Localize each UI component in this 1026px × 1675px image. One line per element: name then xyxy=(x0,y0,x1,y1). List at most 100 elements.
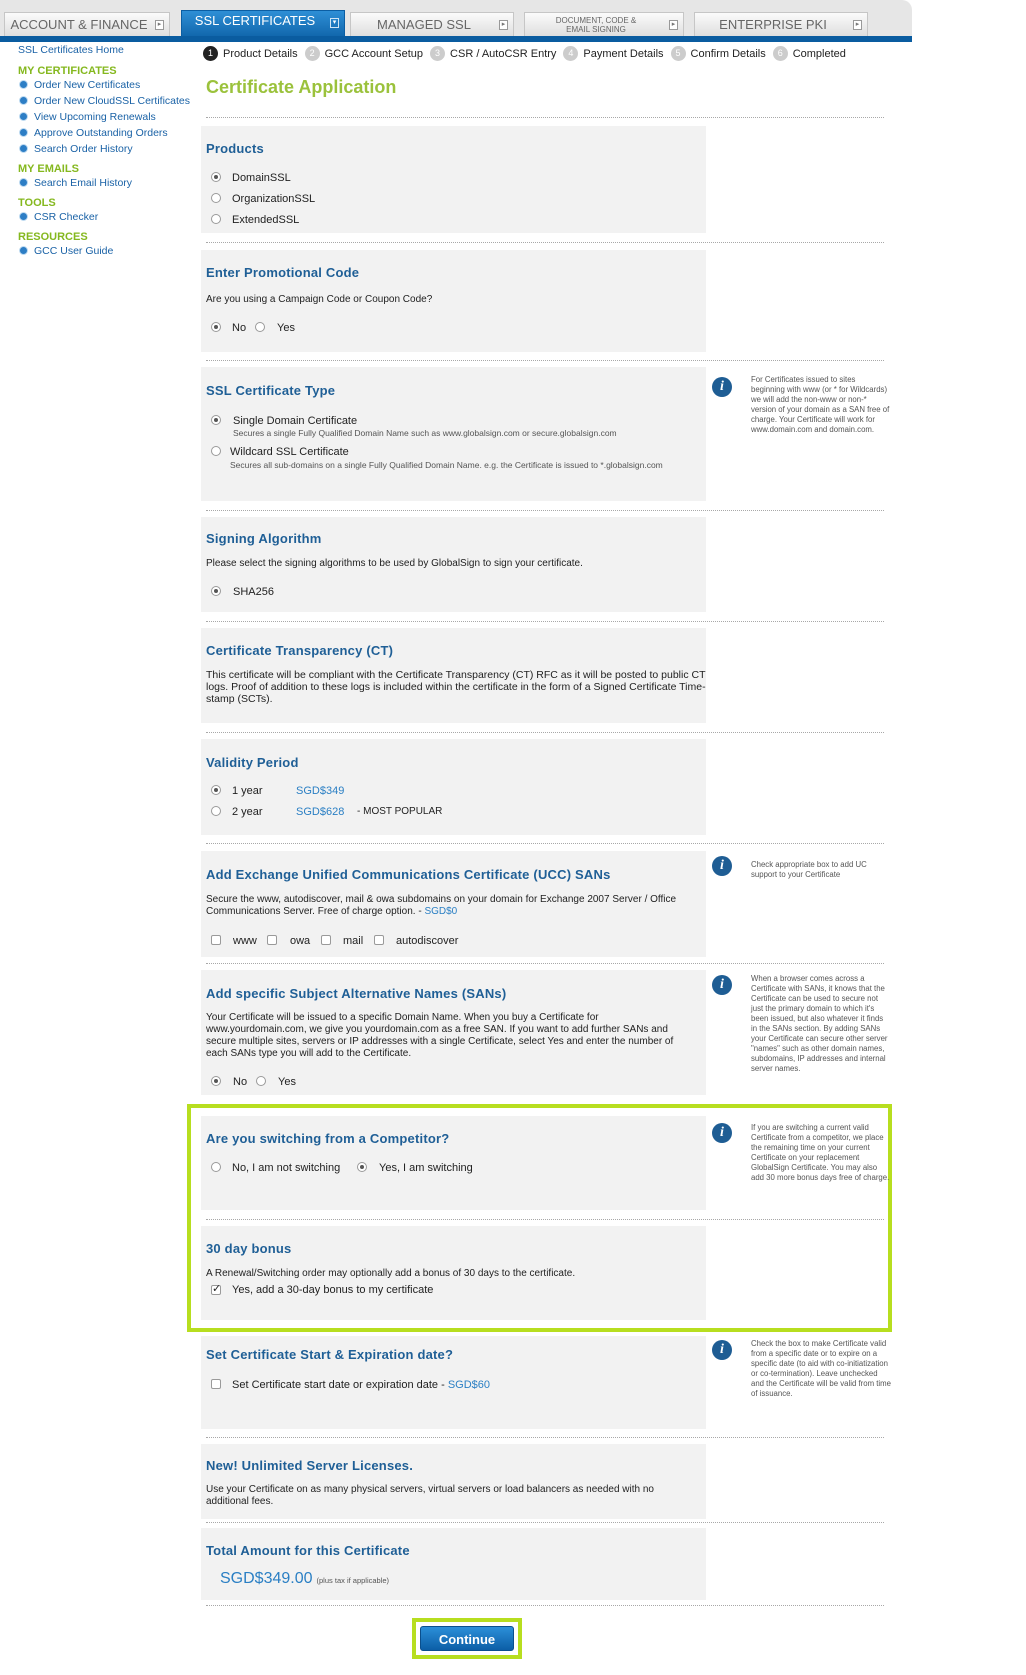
validity-1year-radio[interactable] xyxy=(211,785,221,795)
step-payment-details: 4 Payment Details xyxy=(563,46,664,61)
sidebar-item-csr-checker[interactable]: CSR Checker xyxy=(18,211,198,223)
top-nav: ACCOUNT & FINANCE ▸ SSL CERTIFICATES ▾ M… xyxy=(0,0,912,42)
expiration-label: Set Certificate start date or expiration… xyxy=(232,1379,490,1391)
tab-expand-icon: ▸ xyxy=(853,20,862,30)
step-label: Completed xyxy=(792,47,846,60)
total-amount: SGD$349.00 (plus tax if applicable) xyxy=(220,1570,389,1588)
ssl-wildcard-label: Wildcard SSL Certificate xyxy=(230,446,349,458)
signing-title: Signing Algorithm xyxy=(206,531,322,546)
info-icon[interactable]: i xyxy=(712,1340,732,1360)
bullet-icon xyxy=(20,113,27,120)
step-number: 4 xyxy=(563,46,579,61)
validity-label: 2 year xyxy=(232,806,263,818)
sidebar-item-renewals[interactable]: View Upcoming Renewals xyxy=(18,111,198,123)
tab-managed-ssl[interactable]: MANAGED SSL ▸ xyxy=(350,12,514,38)
continue-highlight: Continue xyxy=(412,1618,522,1659)
ucc-mail-checkbox[interactable] xyxy=(321,935,331,945)
sidebar-heading: TOOLS xyxy=(18,197,56,209)
step-product-details: 1 Product Details xyxy=(203,46,298,61)
sidebar: SSL Certificates Home MY CERTIFICATES Or… xyxy=(18,44,198,261)
tab-account-finance[interactable]: ACCOUNT & FINANCE ▸ xyxy=(4,12,170,38)
sidebar-item-email-history[interactable]: Search Email History xyxy=(18,177,198,189)
ssl-single-label: Single Domain Certificate xyxy=(233,415,358,427)
step-number: 2 xyxy=(304,46,320,61)
divider xyxy=(206,732,884,733)
step-number: 5 xyxy=(670,46,686,61)
tab-label: SSL CERTIFICATES xyxy=(194,13,316,28)
sidebar-item-label: Search Order History xyxy=(34,143,133,155)
sidebar-item-user-guide[interactable]: GCC User Guide xyxy=(18,245,198,257)
sidebar-item-order-new[interactable]: Order New Certificates xyxy=(18,79,198,91)
ucc-www-checkbox[interactable] xyxy=(211,935,221,945)
tab-label: DOCUMENT, CODE & EMAIL SIGNING xyxy=(555,16,637,34)
product-extendedssl-radio[interactable] xyxy=(211,214,221,224)
licenses-desc: Use your Certificate on as many physical… xyxy=(206,1484,654,1507)
expiration-checkbox[interactable] xyxy=(211,1379,221,1389)
validity-panel xyxy=(201,739,706,835)
switching-label: Yes, I am switching xyxy=(379,1162,473,1174)
ssl-wildcard-radio[interactable] xyxy=(211,446,221,456)
divider xyxy=(206,621,884,622)
divider xyxy=(206,360,884,361)
ucc-title: Add Exchange Unified Communications Cert… xyxy=(206,867,611,882)
ucc-option-label: mail xyxy=(343,935,364,947)
sidebar-home-link[interactable]: SSL Certificates Home xyxy=(18,44,198,56)
divider xyxy=(206,117,884,118)
info-icon[interactable]: i xyxy=(712,975,732,995)
promo-yes-radio[interactable] xyxy=(255,322,265,332)
divider xyxy=(206,1437,884,1438)
step-number: 3 xyxy=(430,46,446,61)
tab-strip xyxy=(0,36,912,42)
sidebar-item-label: Search Email History xyxy=(34,177,133,189)
progress-steps: 1 Product Details 2 GCC Account Setup 3 CSR… xyxy=(203,46,853,61)
promo-no-radio[interactable] xyxy=(211,322,221,332)
step-label: Confirm Details xyxy=(690,47,766,60)
page-title: Certificate Application xyxy=(206,77,397,97)
sidebar-item-label: Order New Certificates xyxy=(34,79,141,91)
ucc-owa-checkbox[interactable] xyxy=(267,935,277,945)
expiration-price: SGD$60 xyxy=(447,1379,491,1391)
divider xyxy=(206,510,884,511)
sidebar-item-order-cloudssl[interactable]: Order New CloudSSL Certificates xyxy=(18,95,198,107)
bonus-checkbox[interactable] xyxy=(211,1282,221,1295)
info-icon[interactable]: i xyxy=(712,1123,732,1143)
tab-expand-icon: ▸ xyxy=(499,20,508,30)
bullet-icon xyxy=(20,145,27,152)
sidebar-item-label: View Upcoming Renewals xyxy=(34,111,156,123)
products-title: Products xyxy=(206,141,264,156)
ssl-type-title: SSL Certificate Type xyxy=(206,383,336,398)
validity-label: 1 year xyxy=(232,785,263,797)
ssl-single-desc: Secures a single Fully Qualified Domain … xyxy=(233,428,617,438)
sidebar-item-order-history[interactable]: Search Order History xyxy=(18,143,198,155)
validity-2year-radio[interactable] xyxy=(211,806,221,816)
signing-desc: Please select the signing algorithms to … xyxy=(206,558,583,569)
promo-question: Are you using a Campaign Code or Coupon … xyxy=(206,294,433,305)
divider xyxy=(206,963,884,964)
step-completed: 6 Completed xyxy=(772,46,846,61)
sha256-label: SHA256 xyxy=(233,586,274,598)
tab-document-code-email-signing[interactable]: DOCUMENT, CODE & EMAIL SIGNING ▸ xyxy=(524,12,684,38)
info-icon[interactable]: i xyxy=(712,856,732,876)
tab-enterprise-pki[interactable]: ENTERPRISE PKI ▸ xyxy=(694,12,868,38)
bonus-desc: A Renewal/Switching order may optionally… xyxy=(206,1268,576,1279)
sans-yes-radio[interactable] xyxy=(256,1076,266,1086)
sans-no-radio[interactable] xyxy=(211,1076,221,1086)
ssl-single-domain-radio[interactable] xyxy=(211,415,221,425)
sha256-radio[interactable] xyxy=(211,586,221,596)
divider xyxy=(206,1605,884,1606)
sidebar-item-label: Approve Outstanding Orders xyxy=(34,127,168,139)
product-organizationssl-radio[interactable] xyxy=(211,193,221,203)
ucc-autodiscover-checkbox[interactable] xyxy=(374,935,384,945)
info-icon[interactable]: i xyxy=(712,377,732,397)
tab-label: MANAGED SSL xyxy=(377,17,471,32)
sidebar-item-approve-orders[interactable]: Approve Outstanding Orders xyxy=(18,127,198,139)
product-domainssl-radio[interactable] xyxy=(211,172,221,182)
licenses-title: New! Unlimited Server Licenses. xyxy=(206,1458,414,1473)
divider xyxy=(206,1522,884,1523)
tab-expand-icon: ▸ xyxy=(155,20,164,30)
switching-radio[interactable] xyxy=(357,1162,367,1172)
bonus-label: Yes, add a 30-day bonus to my certificat… xyxy=(232,1284,434,1296)
not-switching-radio[interactable] xyxy=(211,1162,221,1172)
continue-button[interactable]: Continue xyxy=(420,1626,514,1651)
total-title: Total Amount for this Certificate xyxy=(206,1543,410,1558)
